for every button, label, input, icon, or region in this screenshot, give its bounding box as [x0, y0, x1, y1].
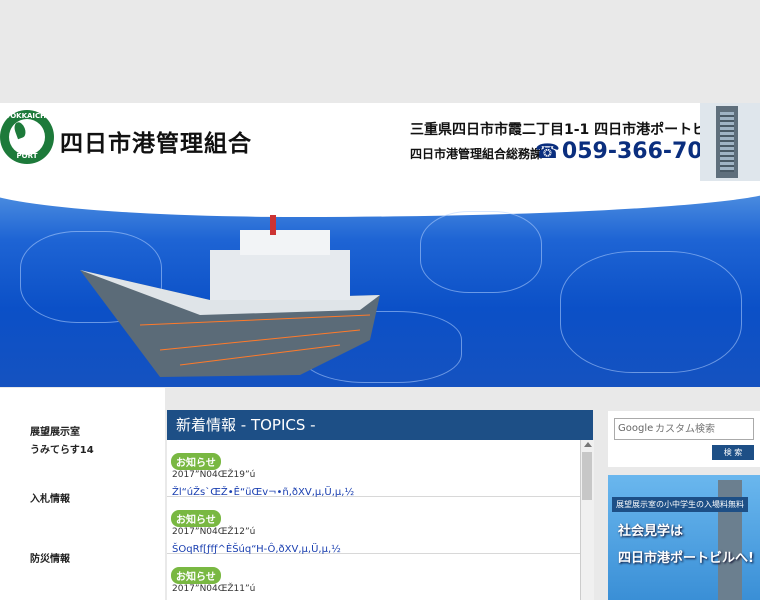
top-gap	[0, 0, 760, 103]
scroll-thumb[interactable]	[582, 452, 592, 500]
news-scrollbar[interactable]	[580, 440, 594, 600]
ship-cabin	[210, 250, 350, 300]
ship-image	[80, 215, 380, 377]
news-heading: 新着情報 - TOPICS -	[167, 410, 593, 440]
list-item: お知らせ 2017”N04ŒŽ12”ú ŠOqRf[ƒfƒ^ÈŠúq“H-Ô,ð…	[167, 497, 580, 555]
logo-bottom-text: PORT	[16, 152, 38, 160]
map-outline	[560, 251, 742, 373]
scroll-up-icon[interactable]	[584, 442, 592, 447]
sidebar-item-label: 防災情報	[30, 554, 70, 565]
news-date: 2017”N04ŒŽ12”ú	[172, 527, 256, 537]
promo-tag: 展望展示室の小中学生の入場料無料	[612, 497, 748, 512]
port-logo[interactable]: YOKKAICHI PORT	[0, 110, 54, 164]
ship-bridge	[240, 230, 330, 255]
search-input[interactable]	[614, 418, 754, 440]
sidebar-item-bidding[interactable]: 入札情報	[30, 490, 70, 505]
promo-banner[interactable]: 展望展示室の小中学生の入場料無料 社会見学は 四日市港ポートビルへ!	[608, 475, 760, 600]
sidebar-item-label: 入札情報	[30, 494, 70, 505]
news-date: 2017”N04ŒŽ19”ú	[172, 470, 256, 480]
phone-icon: ☎	[535, 139, 560, 163]
department: 四日市港管理組合総務課	[410, 147, 543, 161]
promo-line-1: 社会見学は	[618, 524, 684, 539]
sidebar-item-observatory[interactable]: 展望展示室 うみてらす14	[30, 423, 94, 456]
news-list[interactable]: お知らせ 2017”N04ŒŽ19”ú Žl“úŽs`ŒŽ•Ê“üŒv¬•ñ,ð…	[167, 440, 580, 600]
sidebar-item-sublabel: うみてらす14	[30, 445, 94, 456]
ship-mast	[270, 215, 276, 235]
news-panel: 新着情報 - TOPICS - お知らせ 2017”N04ŒŽ19”ú Žl“ú…	[167, 410, 593, 600]
map-outline	[420, 211, 542, 293]
news-date: 2017”N04ŒŽ11”ú	[172, 584, 256, 594]
address: 三重県四日市市霞二丁目1-1 四日市港ポートビル内	[410, 122, 735, 138]
notice-badge: お知らせ	[171, 510, 221, 527]
sidebar-item-disaster[interactable]: 防災情報	[30, 550, 70, 565]
banner-wave	[0, 191, 760, 217]
sidebar-item-label: 展望展示室	[30, 427, 80, 438]
notice-badge: お知らせ	[171, 567, 221, 584]
building-windows	[720, 112, 734, 172]
promo-line-2: 四日市港ポートビルへ!	[618, 551, 754, 566]
search-button[interactable]: 検 索	[712, 445, 754, 460]
list-item: お知らせ 2017”N04ŒŽ11”ú	[167, 554, 580, 600]
left-sidebar: 展望展示室 うみてらす14 入札情報 防災情報	[0, 388, 165, 600]
list-item: お知らせ 2017”N04ŒŽ19”ú Žl“úŽs`ŒŽ•Ê“üŒv¬•ñ,ð…	[167, 440, 580, 498]
org-name[interactable]: 四日市港管理組合	[60, 124, 252, 158]
notice-badge: お知らせ	[171, 453, 221, 470]
